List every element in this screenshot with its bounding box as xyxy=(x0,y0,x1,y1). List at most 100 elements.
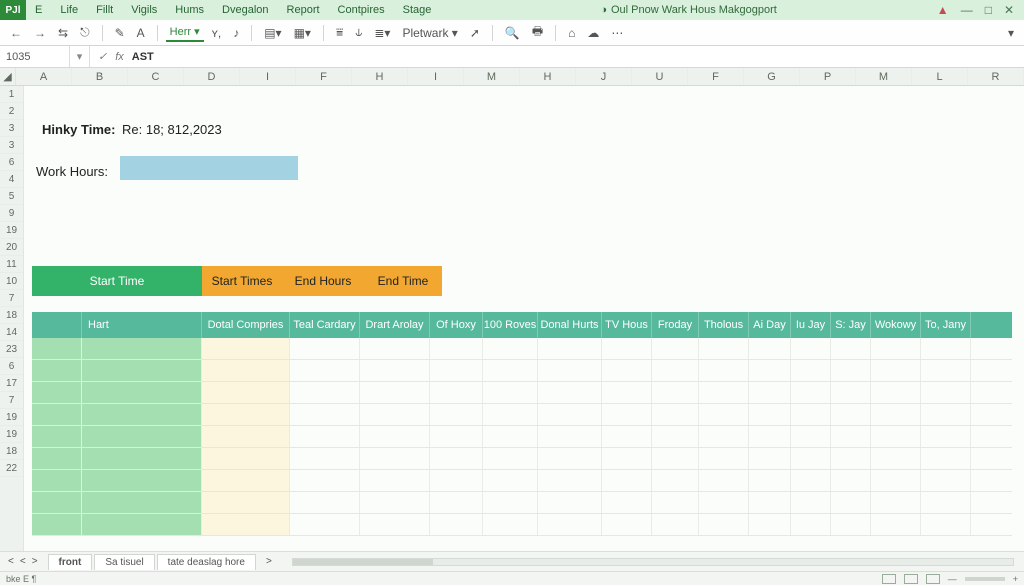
table-cell[interactable] xyxy=(430,492,483,513)
table-cell[interactable] xyxy=(32,404,82,425)
table-cell[interactable] xyxy=(652,470,699,491)
home-icon[interactable]: ⌂ xyxy=(564,24,579,42)
brush-icon[interactable]: ✎ xyxy=(111,24,129,42)
forward-icon[interactable]: → xyxy=(30,24,50,42)
table-cell[interactable] xyxy=(538,360,602,381)
maximize-button[interactable]: □ xyxy=(985,3,992,17)
grid-icon[interactable]: ▦▾ xyxy=(290,24,315,42)
start-times-button[interactable]: Start Times xyxy=(202,266,282,296)
user-icon[interactable]: ▲ xyxy=(937,3,949,17)
table-cell[interactable] xyxy=(290,404,360,425)
table-cell[interactable] xyxy=(831,448,871,469)
table-cell[interactable] xyxy=(831,404,871,425)
menu-item[interactable]: Dvegalon xyxy=(213,4,277,16)
name-box-dropdown[interactable]: ▾ xyxy=(70,46,90,67)
menu-item[interactable]: Contpires xyxy=(329,4,394,16)
table-cell[interactable] xyxy=(652,338,699,359)
table-cell[interactable] xyxy=(791,404,831,425)
table-cell[interactable] xyxy=(921,404,971,425)
table-cell[interactable] xyxy=(791,470,831,491)
table-cell[interactable] xyxy=(483,470,538,491)
table-cell[interactable] xyxy=(791,514,831,535)
align-icon[interactable]: ⩸ xyxy=(332,23,347,42)
row-header[interactable]: 3 xyxy=(0,120,23,137)
table-cell[interactable] xyxy=(921,448,971,469)
table-cell[interactable] xyxy=(32,382,82,403)
column-header[interactable]: P xyxy=(800,68,856,85)
table-cell[interactable] xyxy=(202,448,290,469)
table-cell[interactable] xyxy=(921,338,971,359)
tab-nav-prev[interactable]: < xyxy=(20,556,26,567)
table-cell[interactable] xyxy=(602,360,652,381)
table-cell[interactable] xyxy=(360,470,430,491)
table-cell[interactable] xyxy=(791,492,831,513)
table-cell[interactable] xyxy=(32,448,82,469)
column-header[interactable]: C xyxy=(128,68,184,85)
table-cell[interactable] xyxy=(32,426,82,447)
table-cell[interactable] xyxy=(791,426,831,447)
table-cell[interactable] xyxy=(871,426,921,447)
table-cell[interactable] xyxy=(430,360,483,381)
menu-item[interactable]: Vigils xyxy=(122,4,166,16)
table-cell[interactable] xyxy=(791,360,831,381)
view-page-icon[interactable] xyxy=(904,574,918,584)
table-cell[interactable] xyxy=(360,360,430,381)
sheet-tab[interactable]: Sa tisuel xyxy=(94,554,154,570)
table-cell[interactable] xyxy=(290,382,360,403)
table-cell[interactable] xyxy=(699,382,749,403)
table-cell[interactable] xyxy=(538,448,602,469)
table-cell[interactable] xyxy=(82,492,202,513)
row-header[interactable]: 18 xyxy=(0,443,23,460)
table-cell[interactable] xyxy=(871,492,921,513)
cancel-icon[interactable]: ✓ xyxy=(98,50,107,63)
table-cell[interactable] xyxy=(430,338,483,359)
table-cell[interactable] xyxy=(32,360,82,381)
end-time-button[interactable]: End Time xyxy=(364,266,442,296)
start-time-button[interactable]: Start Time xyxy=(32,266,202,296)
table-cell[interactable] xyxy=(430,382,483,403)
table-cell[interactable] xyxy=(652,360,699,381)
row-header[interactable]: 1 xyxy=(0,86,23,103)
table-cell[interactable] xyxy=(602,470,652,491)
column-header[interactable]: H xyxy=(520,68,576,85)
column-header[interactable]: A xyxy=(16,68,72,85)
table-cell[interactable] xyxy=(483,404,538,425)
table-cell[interactable] xyxy=(871,382,921,403)
table-cell[interactable] xyxy=(290,360,360,381)
add-sheet-button[interactable]: > xyxy=(256,556,282,567)
tab-nav-next[interactable]: > xyxy=(32,556,38,567)
table-cell[interactable] xyxy=(791,338,831,359)
table-cell[interactable] xyxy=(202,382,290,403)
table-cell[interactable] xyxy=(360,382,430,403)
table-cell[interactable] xyxy=(483,448,538,469)
table-cell[interactable] xyxy=(791,448,831,469)
table-cell[interactable] xyxy=(831,492,871,513)
table-cell[interactable] xyxy=(749,514,791,535)
table-cell[interactable] xyxy=(749,404,791,425)
table-cell[interactable] xyxy=(749,448,791,469)
row-header[interactable]: 18 xyxy=(0,307,23,324)
menu-item[interactable]: Hums xyxy=(166,4,213,16)
table-cell[interactable] xyxy=(430,448,483,469)
menu-item[interactable]: E xyxy=(26,4,51,16)
menu-item[interactable]: Fillt xyxy=(87,4,122,16)
table-cell[interactable] xyxy=(483,426,538,447)
table-cell[interactable] xyxy=(871,470,921,491)
table-cell[interactable] xyxy=(831,382,871,403)
table-cell[interactable] xyxy=(82,426,202,447)
table-cell[interactable] xyxy=(430,470,483,491)
table-cell[interactable] xyxy=(921,382,971,403)
column-header[interactable]: F xyxy=(688,68,744,85)
table-cell[interactable] xyxy=(202,514,290,535)
table-cell[interactable] xyxy=(538,382,602,403)
table-cell[interactable] xyxy=(749,426,791,447)
table-cell[interactable] xyxy=(831,426,871,447)
table-cell[interactable] xyxy=(749,360,791,381)
table-cell[interactable] xyxy=(202,338,290,359)
back-icon[interactable]: ← xyxy=(6,24,26,42)
table-cell[interactable] xyxy=(602,492,652,513)
table-cell[interactable] xyxy=(652,514,699,535)
print-icon[interactable]: 🖶 xyxy=(528,20,547,45)
tab-nav-first[interactable]: < xyxy=(8,556,14,567)
table-cell[interactable] xyxy=(32,470,82,491)
